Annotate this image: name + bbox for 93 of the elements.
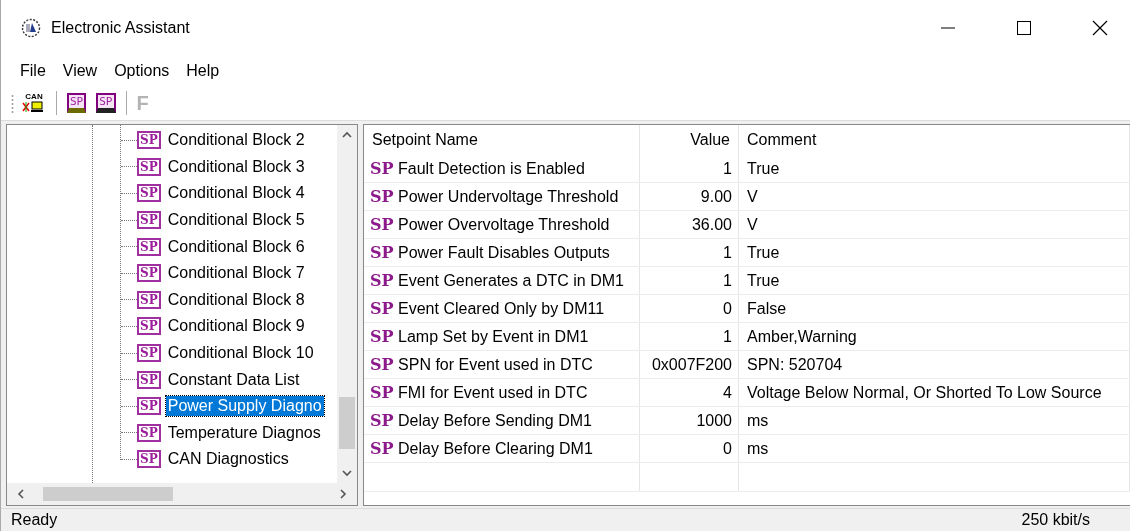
setpoint-name: FMI for Event used in DTC bbox=[398, 384, 588, 401]
menu-item[interactable]: File bbox=[20, 62, 46, 80]
setpoint-icon: SP bbox=[137, 344, 161, 363]
tree-item[interactable]: Conditional Block 4 bbox=[165, 183, 307, 204]
maximize-icon[interactable] bbox=[1016, 20, 1032, 36]
table-cell: 0x007F200 bbox=[639, 350, 739, 379]
table-cell: 1 bbox=[639, 238, 739, 267]
tree-item[interactable]: Conditional Block 7 bbox=[165, 263, 307, 284]
menu-item[interactable]: View bbox=[62, 62, 98, 80]
setpoint-name: Delay Before Sending DM1 bbox=[398, 412, 592, 429]
setpoint-icon: SP bbox=[137, 237, 161, 256]
status-text: Ready bbox=[11, 511, 58, 529]
app-logo-icon bbox=[21, 18, 41, 38]
table-cell: 0 bbox=[639, 294, 739, 323]
table-cell: 0 bbox=[639, 434, 739, 463]
setpoint-icon: SP bbox=[370, 355, 394, 374]
vertical-scrollbar[interactable] bbox=[337, 125, 357, 483]
column-header[interactable]: Comment bbox=[738, 125, 1130, 155]
table-cell: False bbox=[738, 294, 1130, 323]
scrollbar-thumb[interactable] bbox=[339, 397, 355, 449]
setpoint-icon: SP bbox=[137, 450, 161, 469]
setpoint-name: Power Fault Disables Outputs bbox=[398, 244, 610, 261]
setpoint-icon: SP bbox=[370, 159, 394, 178]
network-computer-icon bbox=[22, 101, 46, 113]
horizontal-scrollbar[interactable] bbox=[7, 483, 357, 505]
table-cell: 1 bbox=[639, 155, 739, 183]
connect-button[interactable]: CAN bbox=[20, 89, 48, 117]
table-cell: 1 bbox=[639, 266, 739, 295]
setpoint-icon: SP bbox=[137, 423, 161, 442]
setpoint-icon: SP bbox=[370, 187, 394, 206]
setpoint-icon: SP bbox=[137, 290, 161, 309]
table-cell: Voltage Below Normal, Or Shorted To Low Source bbox=[738, 378, 1130, 407]
table-cell: ms bbox=[738, 406, 1130, 435]
table-cell: ms bbox=[738, 434, 1130, 463]
table-cell: 1000 bbox=[639, 406, 739, 435]
setpoint-icon: SP bbox=[370, 439, 394, 458]
setpoint-icon: SP bbox=[137, 184, 161, 203]
table-cell: 36.00 bbox=[639, 210, 739, 239]
table-cell: 4 bbox=[639, 378, 739, 407]
table-cell: V bbox=[738, 182, 1130, 211]
tree-item[interactable]: Conditional Block 6 bbox=[165, 236, 307, 257]
setpoint-icon: SP bbox=[137, 397, 161, 416]
tree-item[interactable]: Temperature Diagnos bbox=[165, 422, 323, 443]
tree-item[interactable]: Conditional Block 10 bbox=[165, 343, 316, 364]
setpoint-name: Power Overvoltage Threshold bbox=[398, 216, 610, 233]
scroll-down-icon[interactable] bbox=[341, 469, 353, 477]
setpoint-icon: SP bbox=[137, 157, 161, 176]
table-cell: True bbox=[738, 155, 1130, 183]
window-title: Electronic Assistant bbox=[51, 19, 190, 37]
setpoint-name: Lamp Set by Event in DM1 bbox=[398, 328, 589, 345]
status-text: 250 kbit/s bbox=[1021, 511, 1090, 529]
scrollbar-thumb[interactable] bbox=[43, 487, 173, 501]
tree-item[interactable]: Conditional Block 8 bbox=[165, 289, 307, 310]
table-cell: 1 bbox=[639, 322, 739, 351]
table-cell: True bbox=[738, 266, 1130, 295]
table-cell: True bbox=[738, 238, 1130, 267]
setpoint-icon: SP bbox=[137, 264, 161, 283]
close-icon[interactable] bbox=[1092, 20, 1108, 36]
tree-item[interactable]: Power Supply Diagno bbox=[165, 396, 324, 417]
setpoint-name: Delay Before Clearing DM1 bbox=[398, 440, 593, 457]
scroll-right-icon[interactable] bbox=[339, 488, 347, 500]
column-header[interactable]: Value bbox=[639, 125, 739, 155]
tree-item[interactable]: CAN Diagnostics bbox=[165, 449, 291, 470]
setpoint-name: SPN for Event used in DTC bbox=[398, 356, 593, 373]
tree-item[interactable]: Conditional Block 5 bbox=[165, 210, 307, 231]
setpoint-name: Power Undervoltage Threshold bbox=[398, 188, 619, 205]
tree-item[interactable]: Conditional Block 9 bbox=[165, 316, 307, 337]
scroll-up-icon[interactable] bbox=[341, 131, 353, 139]
tree-item[interactable]: Conditional Block 3 bbox=[165, 156, 307, 177]
setpoint-icon: SP bbox=[370, 411, 394, 430]
setpoint-icon: SP bbox=[370, 327, 394, 346]
setpoint-icon: SP bbox=[370, 299, 394, 318]
setpoint-icon: SP bbox=[370, 243, 394, 262]
column-header[interactable]: Setpoint Name bbox=[364, 125, 640, 155]
setpoint-name: Event Cleared Only by DM11 bbox=[398, 300, 605, 317]
setpoint-icon: SP bbox=[137, 317, 161, 336]
setpoint-icon: SP bbox=[137, 131, 161, 150]
setpoint-name: Fault Detection is Enabled bbox=[398, 160, 585, 177]
setpoint-icon: SP bbox=[370, 215, 394, 234]
setpoint-icon: SP bbox=[137, 211, 161, 230]
setpoint-icon: SP bbox=[370, 271, 394, 290]
setpoint-icon: SP bbox=[137, 370, 161, 389]
setpoint-icon: SP bbox=[370, 383, 394, 402]
table-cell: V bbox=[738, 210, 1130, 239]
table-cell: 9.00 bbox=[639, 182, 739, 211]
table-cell: SPN: 520704 bbox=[738, 350, 1130, 379]
setpoint-name: Event Generates a DTC in DM1 bbox=[398, 272, 624, 289]
table-cell: Amber,Warning bbox=[738, 322, 1130, 351]
tree-item[interactable]: Constant Data List bbox=[165, 369, 302, 390]
tree-item[interactable]: Conditional Block 2 bbox=[165, 130, 307, 151]
menu-item[interactable]: Options bbox=[114, 62, 170, 80]
scroll-left-icon[interactable] bbox=[17, 488, 25, 500]
menu-item[interactable]: Help bbox=[186, 62, 220, 80]
